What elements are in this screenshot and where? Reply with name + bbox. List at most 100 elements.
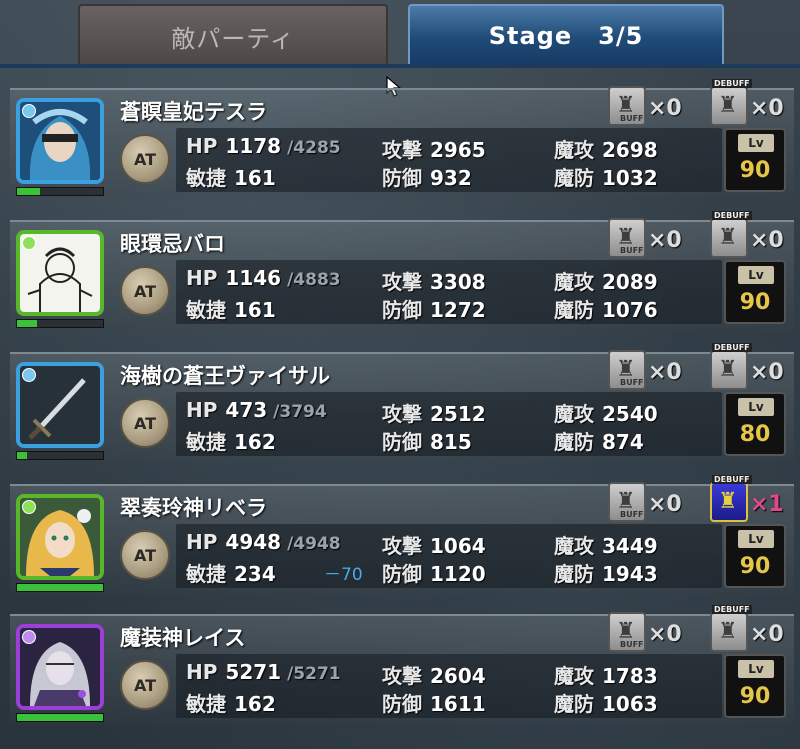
unit-portrait[interactable]	[16, 494, 104, 580]
unit-name: 翠奏玲神リベラ	[120, 496, 267, 520]
agility-value: 234	[234, 562, 276, 586]
enemy-unit-row[interactable]: 海樹の蒼王ヴァイサル AT HP 473/3794 敏捷 162 攻撃 2512 防御…	[10, 343, 794, 462]
debuff-indicator[interactable]: DEBUFF ♜ ×0	[710, 343, 784, 392]
unit-hp-bar	[16, 319, 104, 328]
unit-name: 魔装神レイス	[120, 626, 246, 650]
unit-name: 蒼瞑皇妃テスラ	[120, 100, 267, 124]
level-label: Lv	[738, 660, 774, 678]
tab-enemy-party-label: 敵パーティ	[171, 24, 295, 53]
defense-value: 1120	[430, 562, 486, 586]
hp-stat: HP 1146/4883	[186, 266, 341, 290]
tab-stage[interactable]: Stage 3/5	[408, 4, 724, 66]
agility-stat: 敏捷 161	[186, 166, 276, 190]
buff-indicator[interactable]: ♜ BUFF ×0	[608, 86, 682, 128]
magic-defense-stat: 魔防 1076	[554, 298, 658, 322]
tab-enemy-party[interactable]: 敵パーティ	[78, 4, 388, 66]
magic-attack-value: 2540	[602, 402, 658, 426]
agility-value: 161	[234, 298, 276, 322]
buff-icon: ♜ BUFF	[608, 482, 646, 522]
level-value: 80	[739, 422, 771, 447]
debuff-indicator[interactable]: DEBUFF ♜ ×1	[710, 475, 784, 524]
element-icon	[22, 630, 36, 644]
unit-hp-bar	[16, 713, 104, 722]
level-label: Lv	[738, 134, 774, 152]
debuff-count: ×0	[750, 360, 784, 385]
magic-defense-stat: 魔防 874	[554, 430, 644, 454]
level-label: Lv	[738, 530, 774, 548]
level-box: Lv 90	[724, 524, 786, 588]
element-icon	[22, 500, 36, 514]
magic-defense-stat: 魔防 1063	[554, 692, 658, 716]
agility-value: 162	[234, 692, 276, 716]
buff-indicator[interactable]: ♜ BUFF ×0	[608, 612, 682, 654]
buff-icon: ♜ BUFF	[608, 218, 646, 258]
hp-value: 1146	[225, 266, 282, 290]
enemy-unit-row[interactable]: 眼環忌バロ AT HP 1146/4883 敏捷 161 攻撃 3308 防御 1272…	[10, 211, 794, 330]
buff-count: ×0	[648, 228, 682, 253]
buff-icon: ♜ BUFF	[608, 612, 646, 652]
buff-indicator[interactable]: ♜ BUFF ×0	[608, 350, 682, 392]
level-label: Lv	[738, 266, 774, 284]
agility-value: 161	[234, 166, 276, 190]
hp-value: 1178	[225, 134, 282, 158]
debuff-icon: DEBUFF ♜	[710, 475, 752, 522]
buff-icon: ♜ BUFF	[608, 350, 646, 390]
hp-max-value: /5271	[287, 664, 341, 684]
buff-indicator[interactable]: ♜ BUFF ×0	[608, 482, 682, 524]
debuff-count: ×0	[750, 228, 784, 253]
magic-defense-value: 874	[602, 430, 644, 454]
hp-stat: HP 5271/5271	[186, 660, 341, 684]
unit-portrait[interactable]	[16, 624, 104, 710]
attack-stat: 攻撃 2604	[382, 664, 486, 688]
tab-stage-value: 3/5	[598, 22, 644, 50]
defense-value: 1272	[430, 298, 486, 322]
defense-stat: 防御 1120	[382, 562, 486, 586]
level-box: Lv 80	[724, 392, 786, 456]
defense-stat: 防御 932	[382, 166, 472, 190]
attack-value: 2512	[430, 402, 486, 426]
debuff-indicator[interactable]: DEBUFF ♜ ×0	[710, 79, 784, 128]
hp-stat: HP 1178/4285	[186, 134, 341, 158]
hp-stat: HP 4948/4948	[186, 530, 341, 554]
hp-max-value: /3794	[273, 402, 327, 422]
buff-count: ×0	[648, 622, 682, 647]
defense-value: 932	[430, 166, 472, 190]
unit-portrait[interactable]	[16, 230, 104, 316]
unit-stats-panel: HP 4948/4948 敏捷 234 －70 攻撃 1064 防御 1120 魔攻 34…	[176, 524, 722, 588]
enemy-unit-row[interactable]: 翠奏玲神リベラ AT HP 4948/4948 敏捷 234 －70 攻撃 1064 …	[10, 475, 794, 594]
magic-attack-stat: 魔攻 2698	[554, 138, 658, 162]
unit-stats-panel: HP 1178/4285 敏捷 161 攻撃 2965 防御 932 魔攻 2698 魔防…	[176, 128, 722, 192]
buff-indicator[interactable]: ♜ BUFF ×0	[608, 218, 682, 260]
enemy-unit-row[interactable]: 魔装神レイス AT HP 5271/5271 敏捷 162 攻撃 2604 防御 161…	[10, 605, 794, 724]
magic-defense-stat: 魔防 1032	[554, 166, 658, 190]
unit-hp-bar-fill	[17, 714, 103, 721]
level-value: 90	[739, 684, 771, 709]
defense-stat: 防御 1272	[382, 298, 486, 322]
unit-stats-panel: HP 5271/5271 敏捷 162 攻撃 2604 防御 1611 魔攻 1783 魔…	[176, 654, 722, 718]
debuff-indicator[interactable]: DEBUFF ♜ ×0	[710, 605, 784, 654]
hp-max-value: /4948	[287, 534, 341, 554]
hp-stat: HP 473/3794	[186, 398, 327, 422]
debuff-icon: DEBUFF ♜	[710, 211, 752, 258]
debuff-indicator[interactable]: DEBUFF ♜ ×0	[710, 211, 784, 260]
magic-attack-stat: 魔攻 2540	[554, 402, 658, 426]
level-value: 90	[739, 290, 771, 315]
magic-attack-stat: 魔攻 3449	[554, 534, 658, 558]
level-box: Lv 90	[724, 260, 786, 324]
agility-value: 162	[234, 430, 276, 454]
hp-value: 5271	[225, 660, 282, 684]
enemy-unit-row[interactable]: 蒼瞑皇妃テスラ AT HP 1178/4285 敏捷 161 攻撃 2965 防御 93…	[10, 79, 794, 198]
buff-count: ×0	[648, 96, 682, 121]
unit-portrait[interactable]	[16, 98, 104, 184]
defense-stat: 防御 815	[382, 430, 472, 454]
element-icon	[22, 104, 36, 118]
unit-hp-bar-fill	[17, 188, 41, 195]
at-badge: AT	[120, 134, 170, 184]
unit-hp-bar	[16, 187, 104, 196]
hp-max-value: /4285	[287, 138, 341, 158]
debuff-count: ×1	[750, 492, 784, 517]
tab-divider	[0, 64, 800, 68]
hp-value: 473	[225, 398, 268, 422]
unit-portrait[interactable]	[16, 362, 104, 448]
attack-value: 3308	[430, 270, 486, 294]
